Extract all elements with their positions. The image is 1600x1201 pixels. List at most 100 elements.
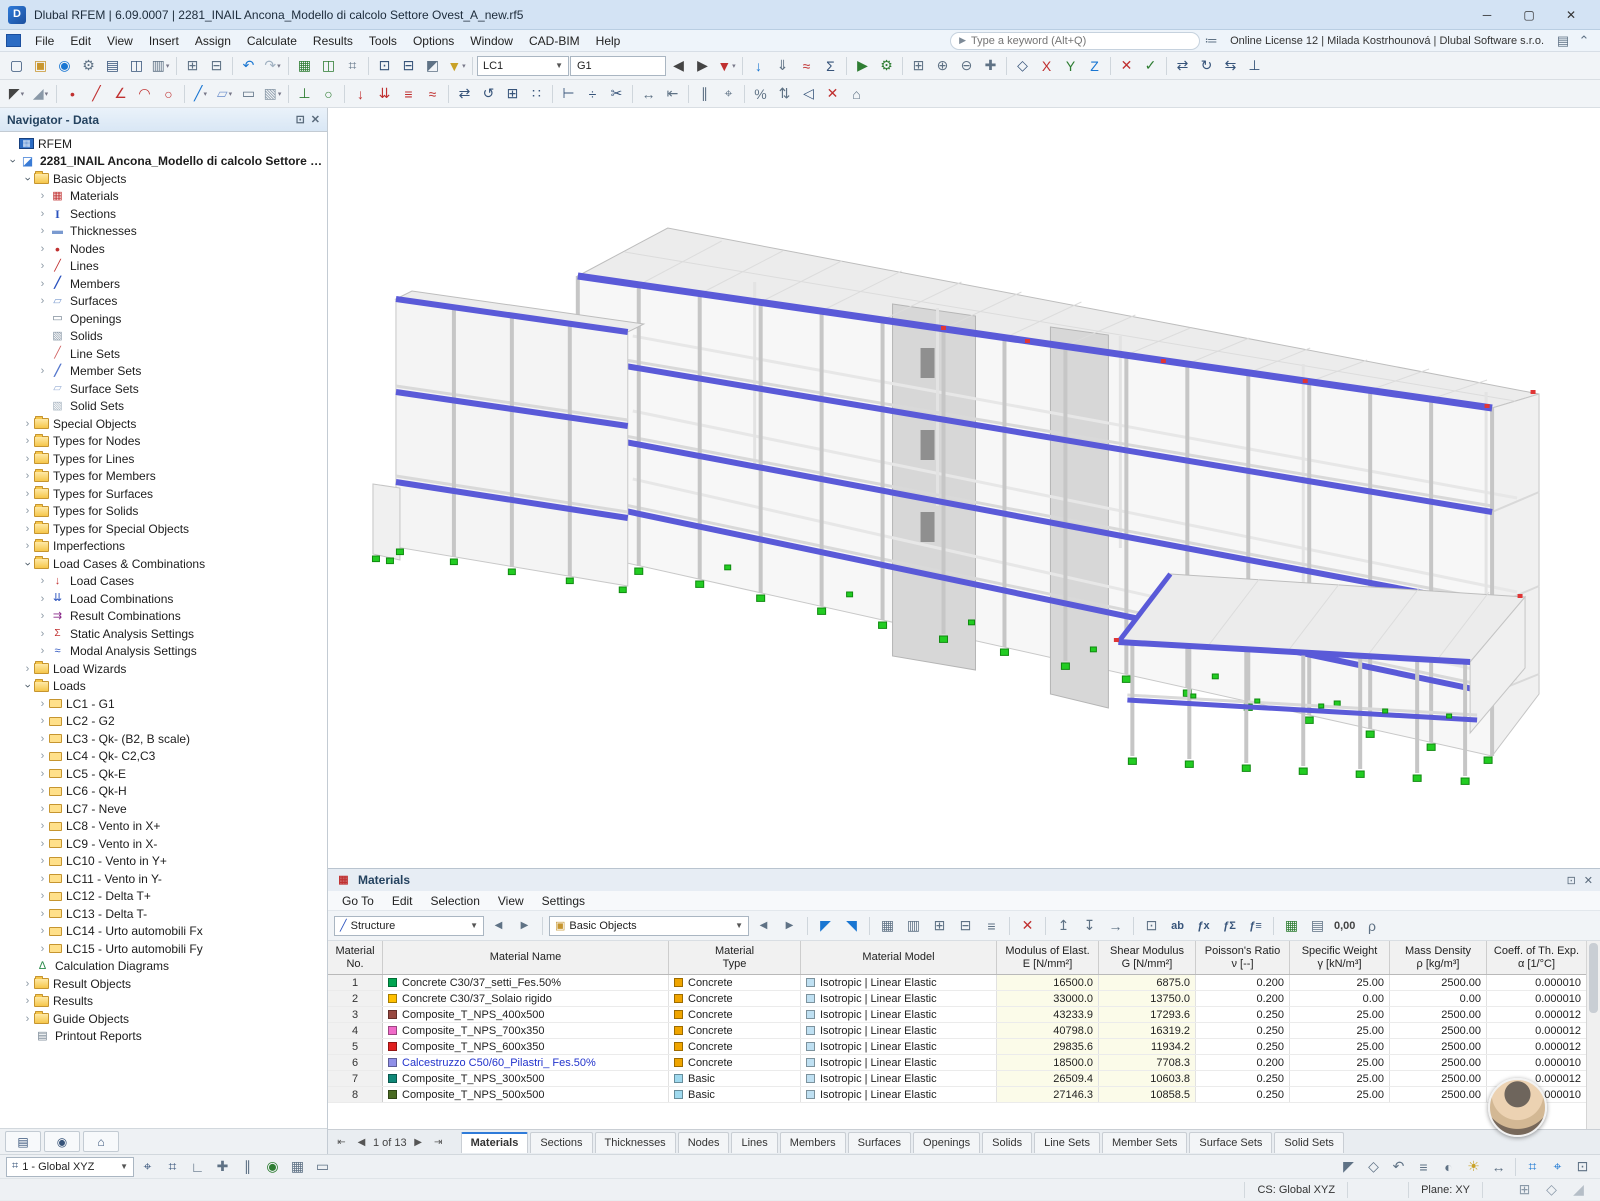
value-cell[interactable]: 0.250 bbox=[1196, 1071, 1290, 1086]
measure-icon[interactable]: ↔ bbox=[637, 82, 660, 105]
edit-names-icon[interactable]: ab bbox=[1166, 914, 1189, 937]
value-cell[interactable]: 16500.0 bbox=[997, 975, 1099, 990]
select-pointer-icon[interactable]: ◤▾ bbox=[5, 82, 28, 105]
expand-arrow-icon[interactable]: › bbox=[36, 750, 49, 762]
expand-arrow-icon[interactable]: › bbox=[21, 418, 34, 430]
value-cell[interactable]: 26509.4 bbox=[997, 1071, 1099, 1086]
value-cell[interactable]: 0.250 bbox=[1196, 1007, 1290, 1022]
expand-arrow-icon[interactable]: › bbox=[36, 295, 49, 307]
user-coordinate-system-icon[interactable]: ⌖ bbox=[717, 82, 740, 105]
table-tab-line-sets[interactable]: Line Sets bbox=[1034, 1132, 1100, 1153]
minimize-button[interactable]: ─ bbox=[1466, 1, 1508, 29]
value-cell[interactable]: 0.000012 bbox=[1487, 1007, 1587, 1022]
value-cell[interactable]: 2500.00 bbox=[1390, 1039, 1487, 1054]
align-objects-icon[interactable]: ⊥ bbox=[1243, 54, 1266, 77]
tree-item[interactable]: ›LC14 - Urto automobili Fx bbox=[0, 923, 327, 941]
formula-manager-icon[interactable]: ƒΣ bbox=[1218, 914, 1241, 937]
copy-array-icon[interactable]: ⊞ bbox=[501, 82, 524, 105]
table-menu-selection[interactable]: Selection bbox=[423, 892, 488, 910]
redo-icon[interactable]: ↷▾ bbox=[261, 54, 284, 77]
clear-table-icon[interactable]: ✕ bbox=[1016, 914, 1039, 937]
tree-item[interactable]: ›LC5 - Qk-E bbox=[0, 765, 327, 783]
table-menu-settings[interactable]: Settings bbox=[534, 892, 593, 910]
value-cell[interactable]: 13750.0 bbox=[1099, 991, 1196, 1006]
tree-item[interactable]: ›Static Analysis Settings bbox=[0, 625, 327, 643]
ortho-icon[interactable]: ∟ bbox=[186, 1155, 209, 1178]
new-polyline-icon[interactable]: ∠ bbox=[109, 82, 132, 105]
material-name-cell[interactable]: Composite_T_NPS_300x500 bbox=[383, 1071, 669, 1086]
tree-item[interactable]: ›Result Objects bbox=[0, 975, 327, 993]
expand-arrow-icon[interactable]: › bbox=[21, 470, 34, 482]
table-menu-go-to[interactable]: Go To bbox=[334, 892, 382, 910]
line-grid-icon[interactable]: ▦ bbox=[286, 1155, 309, 1178]
rotate-copy-icon[interactable]: ↺ bbox=[477, 82, 500, 105]
result-tables-icon[interactable]: Σ bbox=[819, 54, 842, 77]
tree-item[interactable]: ›Load Combinations bbox=[0, 590, 327, 608]
table-row[interactable]: 2Concrete C30/37_Solaio rigidoConcreteIs… bbox=[328, 991, 1600, 1007]
value-cell[interactable]: 0.000012 bbox=[1487, 1039, 1587, 1054]
view-in-z-icon[interactable]: Z bbox=[1083, 54, 1106, 77]
value-cell[interactable]: 25.00 bbox=[1290, 1071, 1390, 1086]
quick-view-icon[interactable]: ▤ bbox=[1306, 914, 1329, 937]
column-header[interactable]: Modulus of Elast.E [N/mm²] bbox=[997, 941, 1099, 974]
tree-item[interactable]: ›Lines bbox=[0, 258, 327, 276]
column-header[interactable]: Specific Weightγ [kN/m³] bbox=[1290, 941, 1390, 974]
print-table-icon[interactable]: ▥ bbox=[902, 914, 925, 937]
value-cell[interactable]: 0.000010 bbox=[1487, 991, 1587, 1006]
tree-item[interactable]: ›LC1 - G1 bbox=[0, 695, 327, 713]
status-grid-icon[interactable]: ⊞ bbox=[1513, 1178, 1536, 1201]
material-model-cell[interactable]: Isotropic | Linear Elastic bbox=[801, 1071, 997, 1086]
navigator-float-icon[interactable]: ⊡ bbox=[296, 113, 305, 126]
expand-arrow-icon[interactable]: › bbox=[21, 995, 34, 1007]
previous-load-case-icon[interactable]: ◀ bbox=[667, 54, 690, 77]
column-header[interactable]: Poisson's Ratioν [--] bbox=[1196, 941, 1290, 974]
expand-arrow-icon[interactable]: › bbox=[21, 523, 34, 535]
expand-table-icon[interactable]: ⊡ bbox=[1140, 914, 1163, 937]
next-table-page-icon[interactable]: ▶ bbox=[410, 1137, 427, 1148]
table-tab-sections[interactable]: Sections bbox=[530, 1132, 592, 1153]
expand-arrow-icon[interactable]: › bbox=[21, 663, 34, 675]
calculate-all-icon[interactable]: ▶ bbox=[851, 54, 874, 77]
navigator-close-icon[interactable]: ✕ bbox=[311, 113, 320, 126]
value-cell[interactable]: 29835.6 bbox=[997, 1039, 1099, 1054]
delete-objects-icon[interactable]: ✕ bbox=[821, 82, 844, 105]
scrollbar-thumb[interactable] bbox=[1589, 943, 1598, 1013]
new-surface-load-icon[interactable]: ≡ bbox=[397, 82, 420, 105]
guidelines-lock-icon[interactable]: ∥ bbox=[236, 1155, 259, 1178]
material-name-cell[interactable]: Composite_T_NPS_400x500 bbox=[383, 1007, 669, 1022]
expand-arrow-icon[interactable]: › bbox=[36, 785, 49, 797]
tree-item[interactable]: ›Load Wizards bbox=[0, 660, 327, 678]
expand-arrow-icon[interactable]: › bbox=[22, 172, 34, 185]
value-cell[interactable]: 2500.00 bbox=[1390, 1023, 1487, 1038]
tree-item[interactable]: ›Loads bbox=[0, 678, 327, 696]
color-scales-icon[interactable]: ▦ bbox=[1280, 914, 1303, 937]
display-navigator-icon[interactable]: ◉ bbox=[44, 1131, 80, 1152]
new-solid-icon[interactable]: ▧▾ bbox=[261, 82, 284, 105]
value-cell[interactable]: 25.00 bbox=[1290, 1039, 1390, 1054]
material-model-cell[interactable]: Isotropic | Linear Elastic bbox=[801, 1007, 997, 1022]
formula-icon[interactable]: ƒx bbox=[1192, 914, 1215, 937]
value-cell[interactable]: 27146.3 bbox=[997, 1087, 1099, 1102]
insert-row-icon[interactable]: ⊞ bbox=[928, 914, 951, 937]
column-header[interactable]: Shear ModulusG [N/mm²] bbox=[1099, 941, 1196, 974]
data-navigator-icon[interactable]: ▤ bbox=[5, 1131, 41, 1152]
expand-arrow-icon[interactable]: › bbox=[36, 733, 49, 745]
table-tab-surface-sets[interactable]: Surface Sets bbox=[1189, 1132, 1272, 1153]
tree-item[interactable]: ›LC2 - G2 bbox=[0, 713, 327, 731]
measure-status-icon[interactable]: ↔ bbox=[1487, 1155, 1510, 1178]
table-row[interactable]: 6Calcestruzzo C50/60_Pilastri_ Fes.50%Co… bbox=[328, 1055, 1600, 1071]
move-copy-icon[interactable]: ⇄ bbox=[1171, 54, 1194, 77]
object-snap-icon[interactable]: ◉ bbox=[261, 1155, 284, 1178]
table-tab-materials[interactable]: Materials bbox=[461, 1132, 529, 1153]
table-tab-surfaces[interactable]: Surfaces bbox=[848, 1132, 911, 1153]
new-arc-icon[interactable]: ◠ bbox=[133, 82, 156, 105]
table-row[interactable]: 1Concrete C30/37_setti_Fes.50%ConcreteIs… bbox=[328, 975, 1600, 991]
new-circle-icon[interactable]: ○ bbox=[157, 82, 180, 105]
value-cell[interactable]: 11934.2 bbox=[1099, 1039, 1196, 1054]
tree-item[interactable]: ›Types for Solids bbox=[0, 503, 327, 521]
material-type-cell[interactable]: Concrete bbox=[669, 1039, 801, 1054]
panel-close-icon[interactable]: ✕ bbox=[1584, 874, 1593, 887]
value-cell[interactable]: 2500.00 bbox=[1390, 1071, 1487, 1086]
menu-assign[interactable]: Assign bbox=[187, 31, 239, 51]
tree-item[interactable]: ›Results bbox=[0, 993, 327, 1011]
